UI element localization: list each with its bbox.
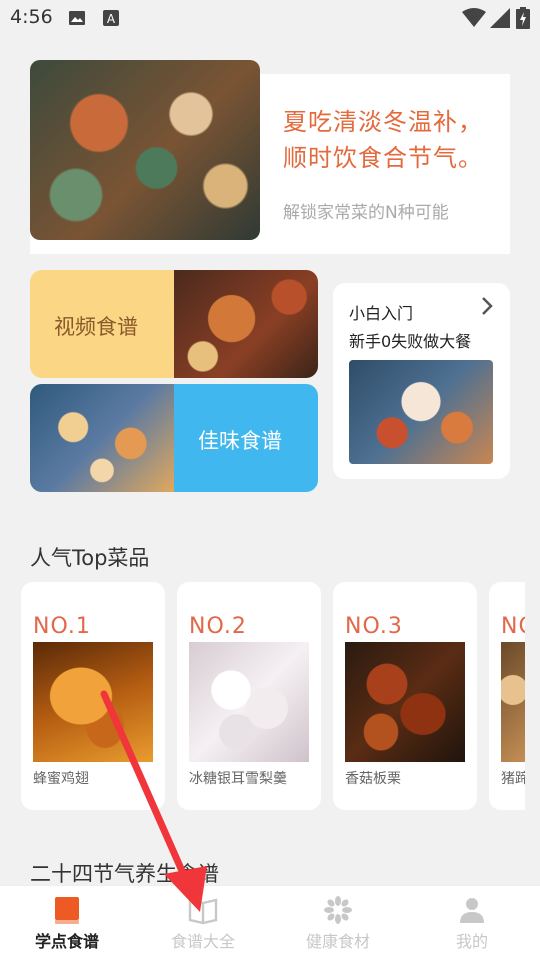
- dish-image: [33, 642, 153, 762]
- person-icon: [460, 898, 484, 923]
- hero-subtitle: 解锁家常菜的N种可能: [283, 203, 449, 223]
- tab-label: 健康食材: [305, 932, 370, 951]
- top-dishes-title: 人气Top菜品: [30, 546, 150, 570]
- battery-icon: [516, 7, 530, 29]
- dish-image: [189, 642, 309, 762]
- beginner-image: [349, 360, 493, 464]
- svg-text:A: A: [107, 12, 116, 26]
- chevron-right-icon[interactable]: [480, 296, 494, 316]
- tab-label: 学点食谱: [34, 932, 99, 951]
- grain-icon: [324, 896, 352, 924]
- dish-rank: NO.4: [501, 614, 525, 639]
- beginner-title: 小白入门: [349, 304, 414, 323]
- tasty-recipes-label: 佳味食谱: [198, 429, 282, 453]
- book-icon: [55, 897, 79, 924]
- hero-title: 夏吃清淡冬温补，顺时饮食合节气。: [283, 108, 483, 172]
- open-book-icon: [188, 898, 218, 925]
- dish-image: [501, 642, 525, 762]
- tab-label: 食谱大全: [170, 932, 235, 951]
- signal-icon: [490, 8, 510, 28]
- hero-image: [30, 60, 260, 240]
- video-recipes-image: [174, 270, 318, 378]
- dish-rank: NO.2: [189, 614, 247, 639]
- status-bar: 4:56 A: [0, 0, 540, 36]
- dish-name: 冰糖银耳雪梨羹: [189, 771, 287, 787]
- solar-terms-title: 二十四节气养生食谱: [30, 862, 219, 886]
- wifi-icon: [462, 8, 486, 27]
- status-time: 4:56: [10, 6, 53, 28]
- font-a-icon: A: [103, 10, 119, 26]
- beginner-subtitle: 新手0失败做大餐: [349, 332, 472, 351]
- dish-rank: NO.1: [33, 614, 91, 639]
- dish-name: 香菇板栗: [345, 771, 401, 787]
- dish-name: 蜂蜜鸡翅: [33, 771, 89, 787]
- tasty-recipes-image: [30, 384, 174, 492]
- tab-label: 我的: [455, 932, 488, 951]
- dish-image: [345, 642, 465, 762]
- image-icon: [69, 11, 85, 25]
- video-recipes-label: 视频食谱: [54, 315, 138, 339]
- dish-name: 猪蹄: [501, 771, 525, 787]
- dish-rank: NO.3: [345, 614, 403, 639]
